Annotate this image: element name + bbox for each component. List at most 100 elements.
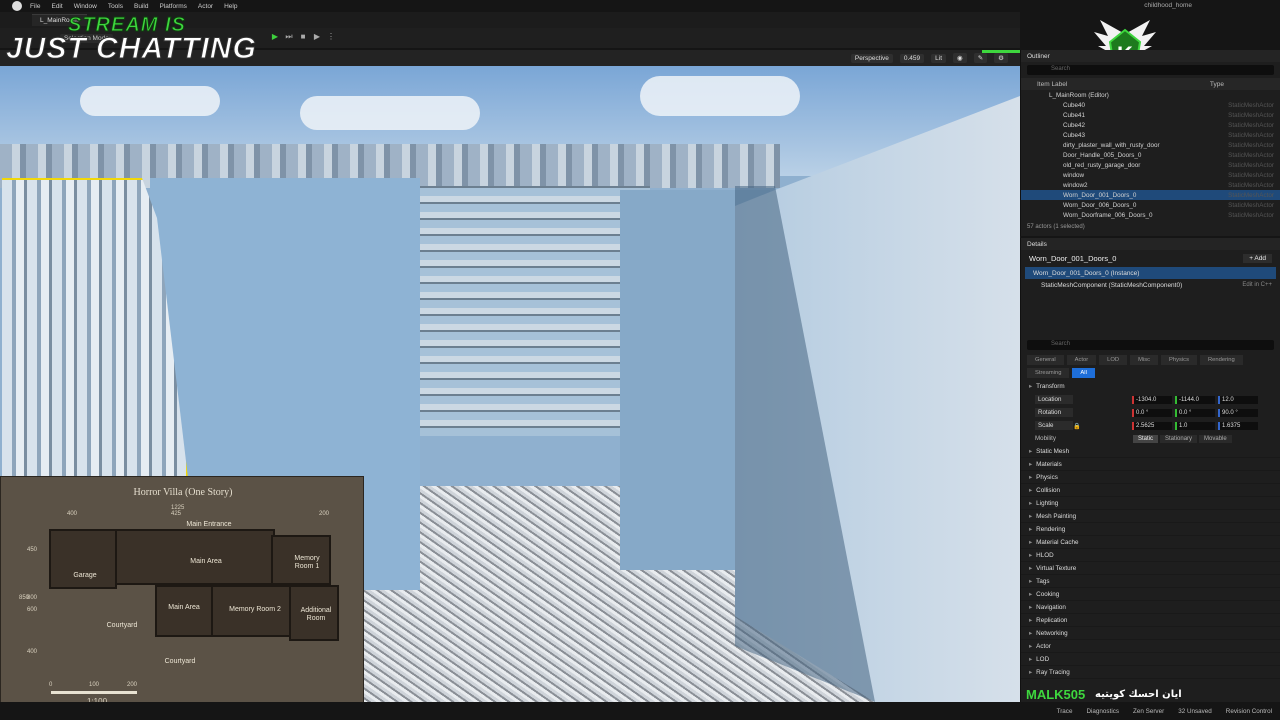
scale-z-field[interactable]: 1.6375 bbox=[1218, 421, 1258, 430]
settings-icon[interactable]: ⚙ bbox=[994, 53, 1008, 63]
perspective-dropdown[interactable]: Perspective bbox=[850, 53, 893, 63]
mobility-movable[interactable]: Movable bbox=[1199, 434, 1232, 443]
instance-row[interactable]: Worn_Door_001_Doors_0 (Instance) bbox=[1025, 267, 1276, 279]
outliner-search-input[interactable]: Search bbox=[1027, 65, 1274, 75]
section-virtual-texture[interactable]: Virtual Texture bbox=[1021, 562, 1280, 575]
section-lighting[interactable]: Lighting bbox=[1021, 497, 1280, 510]
trace-button[interactable]: Trace bbox=[1057, 708, 1073, 715]
menu-window[interactable]: Window bbox=[74, 3, 97, 10]
map-scale-100: 100 bbox=[89, 682, 100, 688]
revision-control-button[interactable]: Revision Control bbox=[1226, 708, 1272, 715]
outliner-header: Outliner bbox=[1021, 50, 1280, 62]
lock-icon[interactable]: 🔒 bbox=[1073, 422, 1129, 430]
more-options-icon[interactable]: ⋮ bbox=[326, 32, 336, 42]
filter-tab-physics[interactable]: Physics bbox=[1161, 355, 1197, 365]
location-dropdown[interactable]: Location bbox=[1035, 395, 1073, 404]
scale-x-field[interactable]: 2.5625 bbox=[1132, 421, 1172, 430]
location-x-field[interactable]: -1304.0 bbox=[1132, 395, 1172, 404]
section-tags[interactable]: Tags bbox=[1021, 575, 1280, 588]
zen-server-button[interactable]: Zen Server bbox=[1133, 708, 1164, 715]
launch-icon[interactable]: ▶ bbox=[312, 32, 322, 42]
location-z-field[interactable]: 12.0 bbox=[1218, 395, 1258, 404]
status-bar: Trace Diagnostics Zen Server 32 Unsaved … bbox=[0, 702, 1280, 720]
menu-platforms[interactable]: Platforms bbox=[159, 3, 186, 10]
menu-file[interactable]: File bbox=[30, 3, 40, 10]
mobility-static[interactable]: Static bbox=[1133, 434, 1159, 443]
actor-name-field[interactable]: Worn_Door_001_Doors_0 bbox=[1029, 254, 1116, 263]
filter-tab-actor[interactable]: Actor bbox=[1066, 355, 1097, 365]
unreal-logo-icon[interactable] bbox=[12, 1, 22, 11]
scale-y-field[interactable]: 1.0 bbox=[1175, 421, 1215, 430]
location-y-field[interactable]: -1144.0 bbox=[1175, 395, 1215, 404]
lit-dropdown[interactable]: Lit bbox=[931, 53, 947, 63]
rotation-dropdown[interactable]: Rotation bbox=[1035, 408, 1073, 417]
section-ray-tracing[interactable]: Ray Tracing bbox=[1021, 666, 1280, 679]
outliner-row[interactable]: Cube40 StaticMeshActor bbox=[1021, 100, 1280, 110]
menu-help[interactable]: Help bbox=[224, 3, 237, 10]
edit-cpp-link[interactable]: Edit in C++ bbox=[1242, 282, 1272, 288]
section-static-mesh[interactable]: Static Mesh bbox=[1021, 445, 1280, 458]
menu-actor[interactable]: Actor bbox=[198, 3, 213, 10]
rotation-y-field[interactable]: 0.0 ° bbox=[1175, 408, 1215, 417]
unsaved-count[interactable]: 32 Unsaved bbox=[1178, 708, 1212, 715]
outliner-row[interactable]: Cube43 StaticMeshActor bbox=[1021, 130, 1280, 140]
filter-tab-lod[interactable]: LOD bbox=[1099, 355, 1128, 365]
filter-tab-general[interactable]: General bbox=[1027, 355, 1064, 365]
section-rendering[interactable]: Rendering bbox=[1021, 523, 1280, 536]
map-label-memory-room-2: Memory Room 2 bbox=[229, 606, 281, 613]
rotation-z-field[interactable]: 90.0 ° bbox=[1218, 408, 1258, 417]
section-materials[interactable]: Materials bbox=[1021, 458, 1280, 471]
add-component-button[interactable]: + Add bbox=[1243, 254, 1272, 263]
map-title: Horror Villa (One Story) bbox=[133, 487, 233, 498]
section-actor[interactable]: Actor bbox=[1021, 640, 1280, 653]
section-networking[interactable]: Networking bbox=[1021, 627, 1280, 640]
outliner-level-row[interactable]: L_MainRoom (Editor) bbox=[1021, 90, 1280, 100]
outliner-row[interactable]: window StaticMeshActor bbox=[1021, 170, 1280, 180]
filter-tab-streaming[interactable]: Streaming bbox=[1027, 368, 1070, 378]
outliner-row[interactable]: Worn_Door_006_Doors_0 StaticMeshActor bbox=[1021, 200, 1280, 210]
snap-icon[interactable]: ✎ bbox=[973, 53, 988, 63]
show-flags-icon[interactable]: ◉ bbox=[953, 53, 967, 63]
column-item-label[interactable]: Item Label bbox=[1037, 81, 1067, 88]
section-cooking[interactable]: Cooking bbox=[1021, 588, 1280, 601]
camera-speed-field[interactable]: 0.459 bbox=[899, 53, 925, 63]
menu-tools[interactable]: Tools bbox=[108, 3, 123, 10]
outliner-row-label: Cube42 bbox=[1063, 121, 1086, 129]
menu-edit[interactable]: Edit bbox=[51, 3, 62, 10]
column-type[interactable]: Type bbox=[1210, 81, 1224, 88]
step-icon[interactable]: ⏭ bbox=[284, 32, 294, 42]
details-search-input[interactable]: Search bbox=[1027, 340, 1274, 350]
section-physics[interactable]: Physics bbox=[1021, 471, 1280, 484]
outliner-row[interactable]: window2 StaticMeshActor bbox=[1021, 180, 1280, 190]
menu-build[interactable]: Build bbox=[134, 3, 148, 10]
mobility-stationary[interactable]: Stationary bbox=[1160, 434, 1198, 443]
play-icon[interactable]: ▶ bbox=[270, 32, 280, 42]
section-material-cache[interactable]: Material Cache bbox=[1021, 536, 1280, 549]
filter-tab-misc[interactable]: Misc bbox=[1130, 355, 1158, 365]
outliner-row[interactable]: Worn_Doorframe_006_Doors_0 StaticMeshActo… bbox=[1021, 210, 1280, 220]
outliner-row-type: StaticMeshActor bbox=[1228, 131, 1274, 139]
section-lod[interactable]: LOD bbox=[1021, 653, 1280, 666]
section-replication[interactable]: Replication bbox=[1021, 614, 1280, 627]
scale-dropdown[interactable]: Scale bbox=[1035, 421, 1073, 430]
outliner-row-type: StaticMeshActor bbox=[1228, 191, 1274, 199]
outliner-row-type: StaticMeshActor bbox=[1228, 111, 1274, 119]
outliner-column-header: Item Label Type bbox=[1021, 78, 1280, 90]
filter-tab-rendering[interactable]: Rendering bbox=[1199, 355, 1243, 365]
outliner-row[interactable]: Cube42 StaticMeshActor bbox=[1021, 120, 1280, 130]
diagnostics-button[interactable]: Diagnostics bbox=[1086, 708, 1119, 715]
outliner-row[interactable]: old_red_rusty_garage_door StaticMeshActor bbox=[1021, 160, 1280, 170]
stop-icon[interactable]: ■ bbox=[298, 32, 308, 42]
component-row[interactable]: StaticMeshComponent (StaticMeshComponent… bbox=[1021, 279, 1280, 291]
section-navigation[interactable]: Navigation bbox=[1021, 601, 1280, 614]
outliner-row[interactable]: dirty_plaster_wall_with_rusty_door Static… bbox=[1021, 140, 1280, 150]
filter-tab-all[interactable]: All bbox=[1072, 368, 1095, 378]
rotation-x-field[interactable]: 0.0 ° bbox=[1132, 408, 1172, 417]
section-transform[interactable]: Transform bbox=[1021, 380, 1280, 393]
outliner-row[interactable]: Door_Handle_005_Doors_0 StaticMeshActor bbox=[1021, 150, 1280, 160]
section-collision[interactable]: Collision bbox=[1021, 484, 1280, 497]
outliner-row[interactable]: Cube41 StaticMeshActor bbox=[1021, 110, 1280, 120]
outliner-row[interactable]: Worn_Door_001_Doors_0 StaticMeshActor bbox=[1021, 190, 1280, 200]
section-hlod[interactable]: HLOD bbox=[1021, 549, 1280, 562]
section-mesh-painting[interactable]: Mesh Painting bbox=[1021, 510, 1280, 523]
